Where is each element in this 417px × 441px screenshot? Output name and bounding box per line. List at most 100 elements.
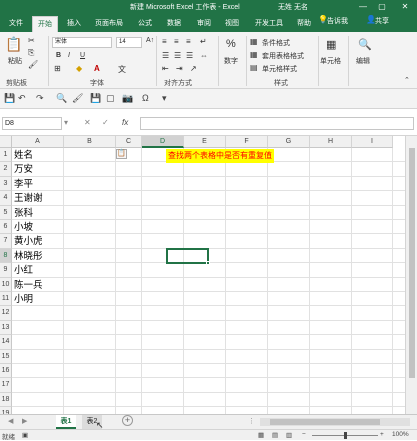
cell-a11[interactable]: 小明 (14, 293, 33, 307)
name-box[interactable]: D8 (2, 117, 62, 130)
new-doc-icon[interactable]: ▢ (106, 93, 115, 104)
close-button[interactable]: ✕ (398, 1, 412, 12)
number-format-button[interactable]: 数字 (224, 56, 238, 66)
cells-button[interactable]: 单元格 (320, 56, 341, 66)
column-header-f[interactable]: F (226, 136, 268, 148)
insert-function-icon[interactable]: fx (122, 118, 128, 127)
row-header-4[interactable]: 4 (0, 191, 12, 206)
conditional-format-button[interactable]: 条件格式 (262, 38, 290, 48)
cancel-icon[interactable]: ✕ (84, 118, 91, 127)
tab-insert[interactable]: 插入 (62, 16, 86, 32)
select-all-corner[interactable] (0, 136, 12, 148)
row-header-17[interactable]: 17 (0, 378, 12, 393)
horizontal-scrollbar[interactable] (260, 418, 410, 426)
symbol-icon[interactable]: Ω (142, 93, 149, 103)
align-center-icon[interactable]: ☰ (174, 51, 181, 60)
column-header-a[interactable]: A (12, 136, 64, 148)
share-button[interactable]: 共享 (375, 16, 389, 26)
cell-a8[interactable]: 林晓彤 (14, 250, 43, 264)
macro-record-icon[interactable]: ▣ (22, 431, 28, 439)
row-header-6[interactable]: 6 (0, 220, 12, 235)
percent-icon[interactable]: % (226, 38, 236, 50)
cell-a6[interactable]: 小坡 (14, 221, 33, 235)
save-icon[interactable]: 💾 (4, 93, 15, 104)
format-painter-icon[interactable]: 🖌 (28, 60, 38, 69)
font-name-select[interactable]: 宋体 (52, 37, 112, 48)
paste-button[interactable]: 粘贴 (8, 56, 22, 66)
undo-icon[interactable]: ↶ (18, 93, 26, 104)
selected-cell-d8[interactable] (166, 247, 210, 266)
tab-formulas[interactable]: 公式 (134, 16, 156, 32)
cell-a10[interactable]: 陈一兵 (14, 279, 43, 293)
wrap-text-icon[interactable]: ↵ (200, 37, 207, 46)
tab-page-layout[interactable]: 页面布局 (92, 16, 126, 32)
note-cell-d1[interactable]: 查找两个表格中是否有重复值 (166, 148, 274, 163)
align-top-icon[interactable]: ≡ (162, 37, 167, 46)
format-painter-icon[interactable]: 🖌 (72, 93, 83, 104)
row-header-11[interactable]: 11 (0, 292, 12, 307)
add-sheet-button[interactable]: + (122, 415, 133, 426)
cell-a2[interactable]: 万安 (14, 163, 33, 177)
tab-view[interactable]: 视图 (221, 16, 243, 32)
name-box-dropdown-icon[interactable]: ▾ (64, 118, 68, 127)
page-break-view-icon[interactable]: ▥ (286, 431, 292, 439)
fill-color-icon[interactable]: ◆ (76, 64, 82, 73)
tab-developer[interactable]: 开发工具 (252, 16, 286, 32)
tab-file[interactable]: 文件 (4, 16, 28, 32)
formula-input[interactable] (140, 117, 414, 130)
cell-a1[interactable]: 姓名 (14, 149, 33, 163)
orientation-icon[interactable]: ↗ (190, 64, 197, 73)
cell-a9[interactable]: 小红 (14, 264, 33, 278)
row-header-8[interactable]: 8 (0, 248, 12, 264)
underline-button[interactable]: U (80, 52, 85, 59)
row-header-9[interactable]: 9 (0, 263, 12, 278)
row-header-12[interactable]: 12 (0, 306, 12, 321)
tabs-split-icon[interactable]: ⋮ (248, 417, 255, 425)
zoom-in-icon[interactable]: + (380, 431, 384, 438)
restore-button[interactable]: ▢ (375, 1, 389, 12)
tab-help[interactable]: 帮助 (293, 16, 315, 32)
sheet-tab-1[interactable]: 表1 (56, 415, 76, 429)
align-left-icon[interactable]: ☰ (162, 51, 169, 60)
tab-review[interactable]: 审阅 (193, 16, 215, 32)
vertical-scrollbar[interactable] (405, 136, 417, 414)
cell-a3[interactable]: 李平 (14, 178, 33, 192)
scroll-right-icon[interactable]: ▶ (22, 417, 27, 425)
cut-icon[interactable]: ✂ (28, 36, 35, 45)
row-header-7[interactable]: 7 (0, 234, 12, 249)
customize-qat-icon[interactable]: ▾ (162, 93, 167, 104)
row-header-5[interactable]: 5 (0, 205, 12, 220)
font-size-select[interactable]: 14 (116, 37, 142, 48)
paste-icon[interactable]: 📋 (5, 36, 22, 53)
column-header-e[interactable]: E (184, 136, 226, 148)
tab-home[interactable]: 开始 (32, 16, 58, 32)
fill-handle[interactable] (206, 261, 210, 266)
increase-font-icon[interactable]: A↑ (146, 37, 154, 44)
editing-button[interactable]: 编辑 (356, 56, 370, 66)
row-header-19[interactable]: 19 (0, 407, 12, 414)
row-header-2[interactable]: 2 (0, 162, 12, 177)
page-layout-view-icon[interactable]: ▤ (272, 431, 278, 439)
spreadsheet-grid[interactable]: ABCDEFGHI 1 2 3 4 5 6 7 8 9 10 11 12 13 14 15 16 17 18 19 … (0, 136, 417, 414)
scroll-left-icon[interactable]: ◀ (8, 417, 13, 425)
align-right-icon[interactable]: ☰ (186, 51, 193, 60)
find-icon[interactable]: 🔍 (358, 38, 372, 51)
column-header-i[interactable]: I (352, 136, 393, 148)
borders-icon[interactable]: ⊞ (54, 64, 61, 73)
row-header-10[interactable]: 10 (0, 277, 12, 292)
row-header-14[interactable]: 14 (0, 335, 12, 350)
format-as-table-button[interactable]: 套用表格格式 (262, 51, 304, 61)
tab-data[interactable]: 数据 (163, 16, 185, 32)
minimize-button[interactable]: — (356, 1, 370, 12)
print-preview-icon[interactable]: 🔍 (56, 93, 67, 104)
align-bottom-icon[interactable]: ≡ (186, 37, 191, 46)
cell-a7[interactable]: 黄小虎 (14, 235, 43, 249)
normal-view-icon[interactable]: ▦ (258, 431, 264, 439)
italic-button[interactable]: I (68, 52, 70, 59)
copy-icon[interactable]: ⎘ (28, 48, 34, 58)
redo-icon[interactable]: ↷ (36, 93, 44, 104)
column-header-g[interactable]: G (268, 136, 310, 148)
merge-center-icon[interactable]: ⇔ (200, 51, 208, 60)
zoom-level[interactable]: 100% (392, 431, 409, 438)
column-header-c[interactable]: C (116, 136, 142, 148)
